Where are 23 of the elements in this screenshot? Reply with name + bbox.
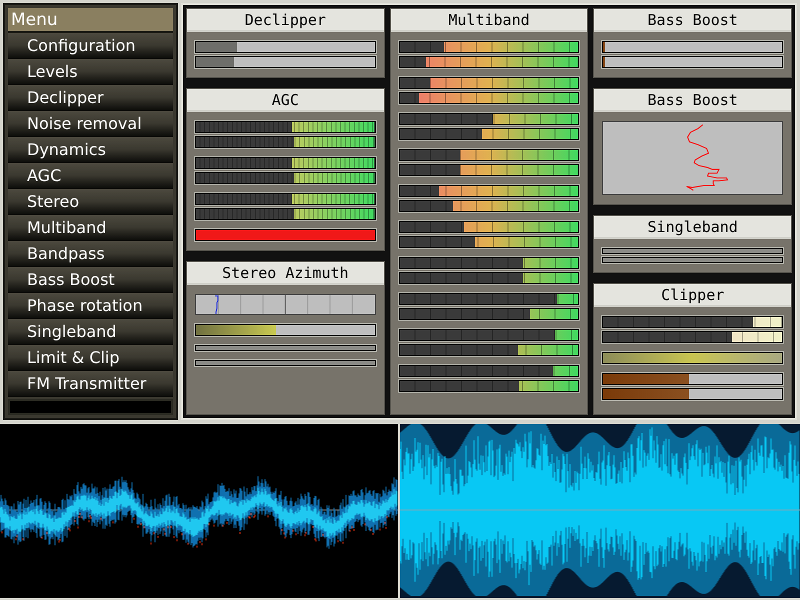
- menu-item[interactable]: Bandpass: [8, 241, 173, 267]
- panel-title: Declipper: [187, 9, 384, 32]
- panel-title: Multiband: [390, 9, 588, 32]
- panel-title: Clipper: [594, 284, 792, 307]
- menu-item[interactable]: Bass Boost: [8, 267, 173, 293]
- menu-item[interactable]: Multiband: [8, 215, 173, 241]
- panel-title: Stereo Azimuth: [187, 262, 384, 285]
- menu-item[interactable]: Limit & Clip: [8, 345, 173, 371]
- menu-item[interactable]: Configuration: [8, 33, 173, 59]
- menu-title: Menu: [8, 8, 173, 33]
- menu-item[interactable]: Dynamics: [8, 137, 173, 163]
- menu-item[interactable]: Singleband: [8, 319, 173, 345]
- menu-item[interactable]: Levels: [8, 59, 173, 85]
- panel-title: Bass Boost: [594, 89, 792, 112]
- panel-title: AGC: [187, 89, 384, 112]
- menu-item[interactable]: Phase rotation: [8, 293, 173, 319]
- menu-item[interactable]: Declipper: [8, 85, 173, 111]
- panel-title: Bass Boost: [594, 9, 792, 32]
- menu-item[interactable]: Stereo: [8, 189, 173, 215]
- panel-title: Singleband: [594, 216, 792, 239]
- menu-item[interactable]: AGC: [8, 163, 173, 189]
- menu-item[interactable]: FM Transmitter: [8, 371, 173, 397]
- menu-item[interactable]: Noise removal: [8, 111, 173, 137]
